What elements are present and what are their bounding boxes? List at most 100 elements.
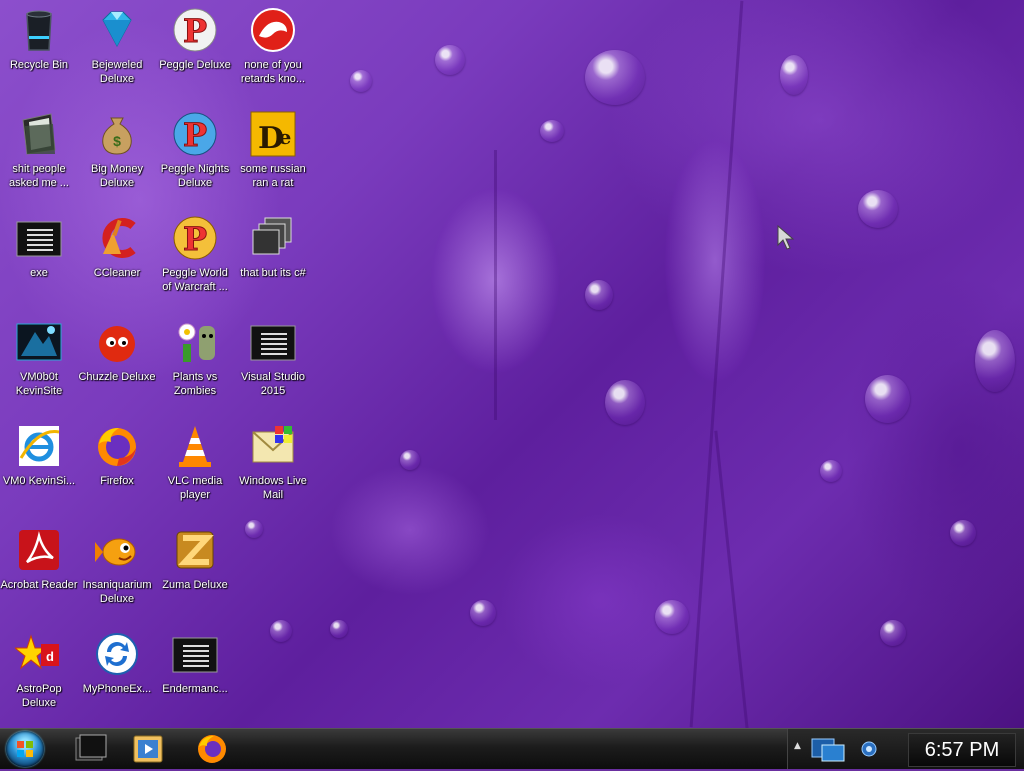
- icon-label: VLC media player: [167, 475, 223, 501]
- desktop-icon-vm0b0t-kevinsite[interactable]: VM0b0t KevinSite: [0, 314, 78, 414]
- water-drop: [400, 450, 420, 470]
- peggle-nights-icon: P: [171, 110, 219, 158]
- water-drop: [605, 380, 645, 425]
- icon-label: Bejeweled Deluxe: [91, 59, 143, 85]
- network-monitor-icon[interactable]: [810, 735, 846, 763]
- stacked-windows-icon: [249, 214, 297, 262]
- internet-explorer-icon: [15, 422, 63, 470]
- red-dragon-icon: [249, 6, 297, 54]
- water-drop: [435, 45, 465, 75]
- command-window-icon: [75, 734, 107, 761]
- water-drop: [975, 330, 1015, 392]
- clock[interactable]: 6:57 PM: [908, 733, 1016, 767]
- desktop-icon-folder[interactable]: shit people asked me ...: [0, 106, 78, 206]
- svg-text:P: P: [183, 220, 207, 258]
- system-tray: ▲ 6:57 PM: [787, 729, 1024, 769]
- ccleaner-icon: [93, 214, 141, 262]
- desktop-icon-astropop-deluxe[interactable]: d AstroPop Deluxe: [0, 626, 78, 726]
- desktop-icon-acrobat-reader[interactable]: Acrobat Reader: [0, 522, 78, 622]
- plants-vs-zombies-icon: [171, 318, 219, 366]
- desktop-wallpaper: Recycle Bin shit people asked me ... exe…: [0, 0, 1024, 728]
- water-drop: [880, 620, 906, 646]
- taskbar-command-window-button[interactable]: [66, 732, 114, 766]
- desktop-icon-peggle-deluxe[interactable]: P Peggle Deluxe: [156, 2, 234, 102]
- desktop-icon-plants-vs-zombies[interactable]: Plants vs Zombies: [156, 314, 234, 414]
- desktop-icon-recycle-bin[interactable]: Recycle Bin: [0, 2, 78, 102]
- desktop-icon-that-but-its-csharp[interactable]: that but its c#: [234, 210, 312, 310]
- vlc-cone-icon: [171, 422, 219, 470]
- water-drop: [585, 280, 613, 310]
- desktop-icon-firefox[interactable]: Firefox: [78, 418, 156, 518]
- desktop-icon-big-money-deluxe[interactable]: $ Big Money Deluxe: [78, 106, 156, 206]
- icon-label: Insaniquarium Deluxe: [82, 579, 152, 605]
- icon-label: Plants vs Zombies: [172, 371, 218, 397]
- desktop-icon-zuma-deluxe[interactable]: Zuma Deluxe: [156, 522, 234, 622]
- water-drop: [950, 520, 976, 546]
- icon-label: none of you retards kno...: [240, 59, 306, 85]
- de-app-icon: De: [249, 110, 297, 158]
- icon-label: Visual Studio 2015: [240, 371, 305, 397]
- media-player-icon: [133, 735, 163, 763]
- leaf-vein: [714, 430, 749, 728]
- icon-label: Peggle Deluxe: [159, 59, 231, 71]
- water-drop: [865, 375, 910, 423]
- taskbar: ▲ 6:57 PM: [0, 728, 1024, 769]
- console-app-icon: [249, 318, 297, 366]
- vmobot-icon: [15, 318, 63, 366]
- firefox-icon: [198, 735, 226, 763]
- desktop-icon-insaniquarium-deluxe[interactable]: Insaniquarium Deluxe: [78, 522, 156, 622]
- svg-text:d: d: [46, 649, 54, 664]
- bejeweled-gem-icon: [93, 6, 141, 54]
- icon-label: that but its c#: [240, 267, 306, 279]
- icon-label: VM0b0t KevinSite: [15, 371, 63, 397]
- icon-label: some russian ran a rat: [240, 163, 306, 189]
- volume-icon[interactable]: [860, 737, 878, 761]
- desktop-icon-endermanc[interactable]: Endermanc...: [156, 626, 234, 726]
- tray-expand-button[interactable]: ▲: [794, 741, 801, 751]
- desktop-icon-windows-live-mail[interactable]: Windows Live Mail: [234, 418, 312, 518]
- icon-label: shit people asked me ...: [9, 163, 69, 189]
- desktop-icon-none-of-you[interactable]: none of you retards kno...: [234, 2, 312, 102]
- icon-label: exe: [30, 267, 48, 279]
- desktop-icon-vlc-media-player[interactable]: VLC media player: [156, 418, 234, 518]
- taskbar-media-player-button[interactable]: [124, 732, 172, 766]
- console-app-icon: [171, 630, 219, 678]
- icon-label: VM0 KevinSi...: [2, 475, 76, 487]
- astropop-icon: d: [15, 630, 63, 678]
- console-app-icon: [15, 214, 63, 262]
- desktop-icon-peggle-nights-deluxe[interactable]: P Peggle Nights Deluxe: [156, 106, 234, 206]
- svg-text:e: e: [279, 125, 292, 149]
- icon-label: Peggle World of Warcraft ...: [162, 267, 228, 293]
- icon-label: Acrobat Reader: [0, 579, 78, 591]
- desktop-icon-myphoneexplorer[interactable]: MyPhoneEx...: [78, 626, 156, 726]
- start-orb-icon[interactable]: [6, 731, 44, 767]
- icon-label: Firefox: [100, 475, 134, 487]
- peggle-icon: P: [171, 6, 219, 54]
- leaf-vein: [494, 150, 497, 420]
- sync-icon: [93, 630, 141, 678]
- desktop-icon-chuzzle-deluxe[interactable]: Chuzzle Deluxe: [78, 314, 156, 414]
- desktop-icon-visual-studio-2015[interactable]: Visual Studio 2015: [234, 314, 312, 414]
- desktop-icon-some-russian[interactable]: De some russian ran a rat: [234, 106, 312, 206]
- icon-label: Peggle Nights Deluxe: [160, 163, 230, 189]
- desktop-icon-exe[interactable]: exe: [0, 210, 78, 310]
- water-drop: [655, 600, 689, 634]
- water-drop: [350, 70, 372, 92]
- desktop-icon-ccleaner[interactable]: CCleaner: [78, 210, 156, 310]
- icon-label: Endermanc...: [162, 683, 228, 695]
- chuzzle-icon: [93, 318, 141, 366]
- water-drop: [330, 620, 348, 638]
- desktop-icon-vm0-kevinsite[interactable]: VM0 KevinSi...: [0, 418, 78, 518]
- desktop-icon-peggle-world-of-warcraft[interactable]: P Peggle World of Warcraft ...: [156, 210, 234, 310]
- firefox-icon: [93, 422, 141, 470]
- icon-label: AstroPop Deluxe: [16, 683, 62, 709]
- taskbar-firefox-button[interactable]: [188, 732, 236, 766]
- acrobat-reader-icon: [15, 526, 63, 574]
- water-drop: [858, 190, 898, 228]
- water-drop: [270, 620, 292, 642]
- recycle-bin-icon: [15, 6, 63, 54]
- windows-live-mail-icon: [249, 422, 297, 470]
- money-bag-icon: $: [93, 110, 141, 158]
- svg-text:P: P: [183, 116, 207, 154]
- desktop-icon-bejeweled-deluxe[interactable]: Bejeweled Deluxe: [78, 2, 156, 102]
